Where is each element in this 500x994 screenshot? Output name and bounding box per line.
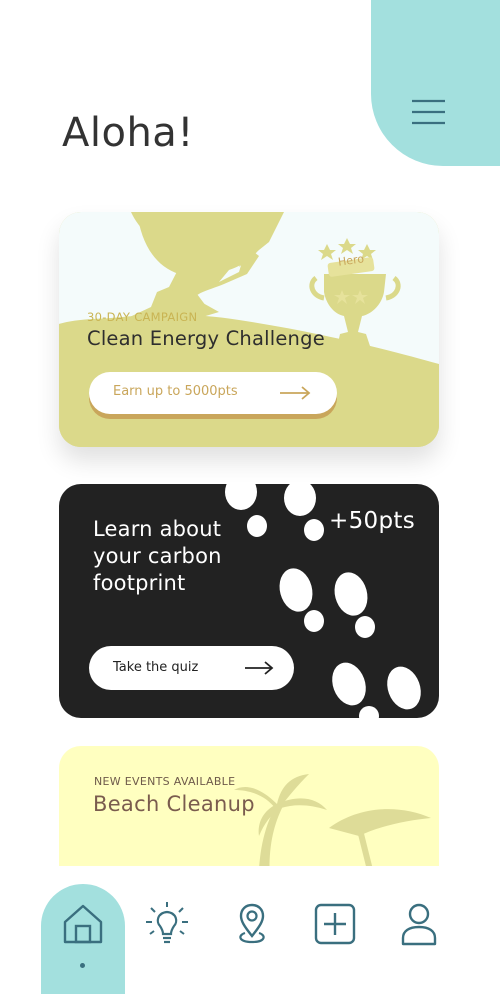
- location-pin-icon: [239, 903, 265, 944]
- nav-ideas[interactable]: [143, 900, 191, 948]
- quiz-title: Learn about your carbon footprint: [93, 517, 222, 595]
- quiz-points: +50pts: [329, 508, 415, 534]
- arrow-right-icon: [245, 661, 274, 675]
- event-title: Beach Cleanup: [93, 792, 255, 816]
- earn-points-label: Earn up to 5000pts: [113, 384, 238, 399]
- home-icon: [63, 904, 103, 944]
- event-tag: NEW EVENTS AVAILABLE: [94, 775, 236, 788]
- take-quiz-button[interactable]: Take the quiz: [89, 646, 294, 690]
- campaign-card[interactable]: Hero 30-DAY CAMPAIGN Clean Energy Challe…: [59, 212, 439, 447]
- nav-map[interactable]: [228, 900, 276, 948]
- page-title: Aloha!: [62, 110, 194, 156]
- take-quiz-label: Take the quiz: [113, 660, 199, 675]
- earn-points-button[interactable]: Earn up to 5000pts: [89, 372, 337, 414]
- add-icon: [314, 903, 356, 945]
- active-dot: [80, 963, 85, 968]
- hamburger-menu-icon: [412, 99, 445, 125]
- menu-button[interactable]: [405, 92, 453, 132]
- nav-profile[interactable]: [395, 900, 443, 948]
- header-corner-shape-bottom: [371, 0, 500, 166]
- campaign-tag: 30-DAY CAMPAIGN: [87, 310, 198, 324]
- nav-home[interactable]: [59, 900, 107, 948]
- profile-icon: [401, 903, 437, 946]
- campaign-title: Clean Energy Challenge: [87, 327, 325, 350]
- nav-add[interactable]: [311, 900, 359, 948]
- arrow-right-icon: [280, 386, 311, 400]
- bottom-navigation: [0, 866, 500, 994]
- lightbulb-icon: [146, 902, 188, 944]
- quiz-card[interactable]: Learn about your carbon footprint +50pts…: [59, 484, 439, 718]
